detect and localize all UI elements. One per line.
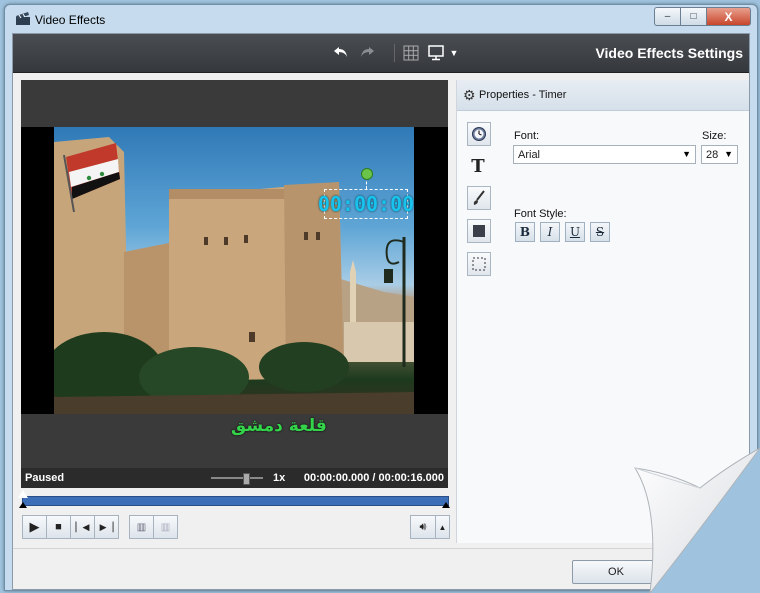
play-button[interactable]: ▶	[22, 515, 47, 539]
fill-tool-button[interactable]	[467, 219, 491, 243]
bold-button[interactable]: B	[515, 222, 535, 242]
properties-title: Properties - Timer	[479, 89, 567, 101]
size-select[interactable]: 28 ▼	[701, 145, 738, 164]
previous-frame-icon: ▏◀	[75, 521, 90, 532]
window-title: Video Effects	[35, 13, 106, 27]
gear-icon: ⚙	[463, 87, 476, 103]
caption-overlay[interactable]: قلعة دمشق	[231, 416, 327, 436]
brush-tool-button[interactable]	[467, 186, 491, 210]
trim-start-marker[interactable]	[19, 502, 27, 508]
playback-state: Paused	[25, 472, 65, 484]
undo-icon[interactable]	[331, 43, 351, 63]
stop-button[interactable]: ■	[47, 515, 71, 539]
dropdown-arrow-icon[interactable]: ▼	[444, 43, 464, 63]
time-display: 00:00:00.000 / 00:00:16.000	[304, 472, 444, 484]
selection-icon	[472, 257, 486, 271]
total-time: 00:00:16.000	[378, 472, 444, 484]
speed-slider-thumb[interactable]	[243, 473, 250, 485]
speed-slider-track[interactable]	[211, 477, 263, 479]
speaker-icon: 🔊︎	[419, 520, 427, 533]
dropdown-arrow-icon: ▼	[682, 149, 691, 159]
effect-tools: T	[467, 122, 491, 285]
video-preview-area[interactable]: 00:00:00 قلعة دمشق	[21, 80, 448, 468]
timer-overlay[interactable]: 00:00:00	[318, 189, 414, 219]
toolbar-divider	[394, 44, 395, 62]
volume-control: 🔊︎ ▲	[410, 515, 450, 539]
properties-header: ⚙ Properties - Timer	[457, 80, 749, 111]
volume-dropdown-button[interactable]: ▲	[436, 515, 450, 539]
current-time: 00:00:00.000	[303, 472, 370, 484]
size-label: Size:	[702, 130, 727, 142]
clock-icon	[472, 127, 486, 141]
playback-controls: ▶ ■ ▏◀ ▶▕ ▥ ▥	[22, 515, 178, 539]
stop-icon: ■	[55, 521, 62, 533]
next-frame-button[interactable]: ▶▕	[95, 515, 119, 539]
split-button[interactable]: ▥	[129, 515, 154, 539]
time-separator: /	[372, 472, 376, 484]
brush-icon	[473, 190, 485, 205]
maximize-button[interactable]: □	[680, 7, 706, 26]
timeline-scrubber[interactable]	[18, 490, 450, 510]
merge-button[interactable]: ▥	[154, 515, 178, 539]
play-icon: ▶	[29, 519, 40, 534]
toolbar-title: Video Effects Settings	[595, 45, 743, 61]
timeline-track[interactable]	[22, 496, 449, 506]
font-style-label: Font Style:	[514, 208, 567, 220]
minimize-button[interactable]: –	[654, 7, 680, 26]
fill-icon	[473, 225, 485, 237]
chevron-up-icon: ▲	[438, 522, 447, 532]
split-icon: ▥	[136, 521, 147, 533]
clapperboard-icon	[16, 12, 30, 25]
text-tool-button[interactable]: T	[467, 155, 489, 177]
previous-frame-button[interactable]: ▏◀	[71, 515, 95, 539]
video-picture	[54, 127, 414, 414]
next-frame-icon: ▶▕	[99, 521, 114, 532]
speed-value: 1x	[273, 472, 286, 484]
close-button[interactable]: X	[706, 7, 751, 26]
italic-button[interactable]: I	[540, 222, 560, 242]
grid-icon[interactable]	[401, 43, 421, 63]
font-select[interactable]: Arial ▼	[513, 145, 696, 164]
playhead-marker[interactable]	[18, 490, 28, 498]
dropdown-arrow-icon: ▼	[724, 149, 733, 159]
redo-icon[interactable]	[357, 43, 377, 63]
title-bar[interactable]: Video Effects – □ X	[5, 5, 757, 33]
window-controls: – □ X	[654, 7, 751, 26]
selection-tool-button[interactable]	[467, 252, 491, 276]
video-frame: 00:00:00 قلعة دمشق	[21, 127, 448, 436]
text-icon: T	[471, 155, 485, 177]
playback-status-bar: Paused 1x 00:00:00.000 / 00:00:16.000	[21, 468, 448, 488]
font-label: Font:	[514, 130, 540, 142]
trim-end-marker[interactable]	[442, 502, 450, 508]
page-curl-decoration	[634, 448, 760, 593]
underline-button[interactable]: U	[565, 222, 585, 242]
strikethrough-button[interactable]: S	[590, 222, 610, 242]
timer-tool-button[interactable]	[467, 122, 491, 146]
font-style-buttons: B I U S	[515, 222, 615, 242]
size-value: 28	[706, 148, 719, 161]
font-value: Arial	[518, 148, 541, 161]
volume-button[interactable]: 🔊︎	[410, 515, 436, 539]
overlay-rotate-handle[interactable]	[361, 168, 373, 180]
merge-icon: ▥	[160, 521, 171, 533]
top-toolbar: ▼ Video Effects Settings	[13, 34, 749, 73]
monitor-icon[interactable]	[426, 43, 446, 63]
citadel-scene	[54, 137, 414, 414]
